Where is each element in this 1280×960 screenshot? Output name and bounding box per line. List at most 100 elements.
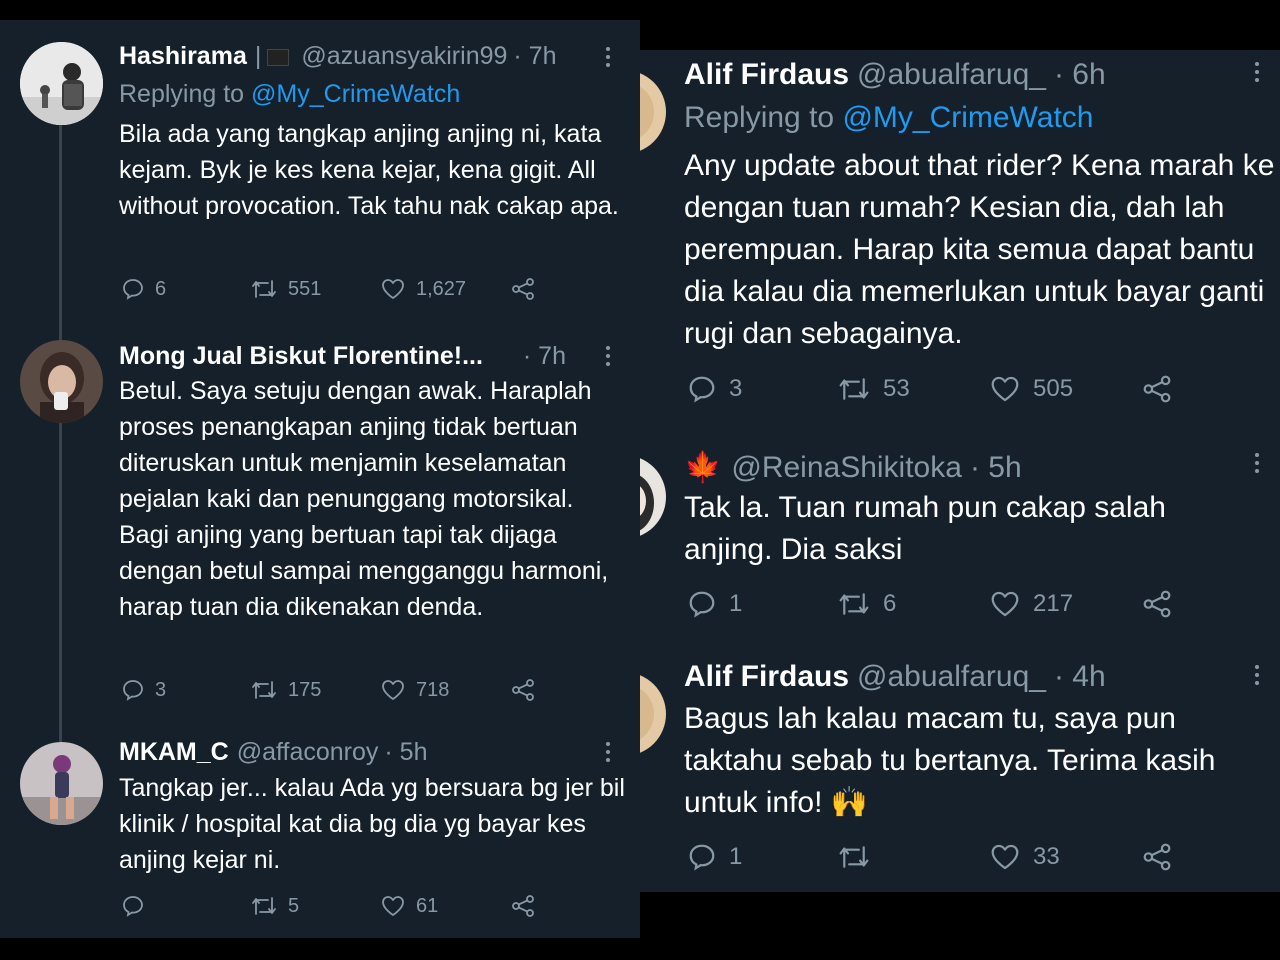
reply-count: 1: [729, 590, 743, 617]
user-handle[interactable]: @azuansyakirin99: [301, 42, 507, 71]
tweet-header: 🍁 @ReinaShikitoka · 5h: [684, 450, 1022, 485]
retweet-button[interactable]: 53: [837, 374, 989, 404]
timestamp[interactable]: · 5h: [384, 738, 427, 767]
flag-icon: [267, 49, 290, 66]
retweet-icon: [252, 681, 276, 699]
tweet-header: Alif Firdaus @abualfaruq_ · 6h: [684, 58, 1106, 92]
display-name[interactable]: Alif Firdaus: [684, 660, 849, 694]
maple-leaf-icon: 🍁: [684, 451, 722, 484]
avatar[interactable]: [640, 70, 666, 154]
display-name[interactable]: MKAM_C: [119, 738, 229, 767]
share-icon: [1143, 590, 1171, 618]
retweet-icon: [839, 378, 869, 400]
reply-icon: [123, 680, 143, 701]
left-reply-thread: Hashirama | @azuansyakirin99 · 7h Replyi…: [0, 20, 640, 938]
mention-link[interactable]: @My_CrimeWatch: [251, 80, 460, 108]
share-icon: [512, 278, 534, 300]
tweet-actions: 5 61: [121, 894, 536, 918]
retweet-count: 6: [883, 590, 897, 617]
share-button[interactable]: [510, 678, 536, 702]
avatar[interactable]: [640, 455, 666, 539]
timestamp[interactable]: · 6h: [1054, 58, 1106, 92]
reply-button[interactable]: 6: [121, 277, 250, 301]
user-handle[interactable]: @ReinaShikitoka: [731, 451, 962, 485]
like-button[interactable]: 718: [380, 678, 510, 702]
retweet-button[interactable]: 6: [837, 589, 989, 619]
share-button[interactable]: [1141, 842, 1173, 872]
timestamp[interactable]: · 7h: [523, 342, 566, 371]
like-count: 505: [1033, 375, 1074, 402]
share-button[interactable]: [1141, 374, 1173, 404]
display-name[interactable]: Hashirama: [119, 42, 247, 71]
reply-count: 1: [729, 843, 743, 870]
like-button[interactable]: 505: [989, 374, 1141, 404]
tweet-text: Bagus lah kalau macam tu, saya pun takta…: [684, 702, 1216, 819]
tweet-header: Alif Firdaus @abualfaruq_ · 4h: [684, 660, 1106, 694]
reply-icon: [689, 844, 715, 871]
reply-button[interactable]: 3: [121, 678, 250, 702]
avatar[interactable]: [20, 42, 103, 125]
share-icon: [512, 679, 534, 701]
reply-button[interactable]: 1: [687, 589, 837, 619]
share-icon: [1143, 843, 1171, 871]
user-handle[interactable]: @abualfaruq_: [857, 58, 1046, 92]
reply-icon: [689, 591, 715, 618]
timestamp[interactable]: · 7h: [513, 42, 556, 71]
retweet-icon: [839, 846, 869, 868]
share-button[interactable]: [510, 894, 536, 918]
retweet-count: 175: [288, 678, 322, 701]
like-icon: [991, 844, 1019, 870]
tweet-text: Tangkap jer... kalau Ada yg bersuara bg …: [119, 774, 625, 874]
share-button[interactable]: [510, 277, 536, 301]
tweet-actions: 1 6 217: [687, 589, 1173, 619]
reply-button[interactable]: 3: [687, 374, 837, 404]
name-suffix: |: [254, 42, 262, 70]
like-button[interactable]: 61: [380, 894, 510, 918]
timestamp[interactable]: · 5h: [970, 451, 1022, 485]
mention-link[interactable]: @My_CrimeWatch: [842, 101, 1093, 134]
display-name[interactable]: Mong Jual Biskut Florentine!...: [119, 342, 483, 371]
tweet-text: Bila ada yang tangkap anjing anjing ni, …: [119, 120, 619, 220]
avatar[interactable]: [640, 672, 666, 756]
tweet-header: MKAM_C @affaconroy · 5h: [119, 738, 427, 767]
more-icon[interactable]: [605, 47, 611, 67]
like-icon: [991, 591, 1019, 617]
like-icon: [382, 896, 404, 916]
retweet-button[interactable]: 175: [250, 678, 380, 702]
reply-icon: [123, 896, 143, 917]
tweet-actions: 3 53 505: [687, 374, 1173, 404]
avatar[interactable]: [20, 340, 103, 423]
like-count: 718: [416, 678, 450, 701]
retweet-count: 5: [288, 894, 300, 917]
more-icon[interactable]: [1254, 453, 1260, 473]
like-icon: [991, 376, 1019, 402]
thread-connector-line: [59, 125, 62, 759]
more-icon[interactable]: [1254, 665, 1260, 685]
tweet-text: Betul. Saya setuju dengan awak. Haraplah…: [119, 377, 609, 621]
reply-count: 6: [155, 277, 167, 300]
timestamp[interactable]: · 4h: [1054, 660, 1106, 694]
user-handle[interactable]: @abualfaruq_: [857, 660, 1046, 694]
retweet-button[interactable]: 551: [250, 277, 380, 301]
avatar[interactable]: [20, 742, 103, 825]
tweet-actions: 3 175 718: [121, 678, 536, 702]
reply-button[interactable]: 1: [687, 842, 837, 872]
like-button[interactable]: 1,627: [380, 277, 510, 301]
retweet-button[interactable]: [837, 842, 989, 872]
tweet-header: Mong Jual Biskut Florentine!... · 7h: [119, 342, 566, 371]
like-button[interactable]: 217: [989, 589, 1141, 619]
share-button[interactable]: [1141, 589, 1173, 619]
more-icon[interactable]: [605, 346, 611, 366]
right-reply-thread: Alif Firdaus @abualfaruq_ · 6h Replying …: [640, 50, 1280, 892]
retweet-count: 551: [288, 277, 322, 300]
more-icon[interactable]: [605, 742, 611, 762]
reply-button[interactable]: [121, 894, 250, 918]
replying-to-label: Replying to: [684, 101, 835, 134]
retweet-button[interactable]: 5: [250, 894, 380, 918]
tweet-header: Hashirama | @azuansyakirin99 · 7h: [119, 42, 557, 71]
display-name[interactable]: Alif Firdaus: [684, 58, 849, 92]
like-button[interactable]: 33: [989, 842, 1141, 872]
more-icon[interactable]: [1254, 62, 1260, 82]
like-count: 217: [1033, 590, 1074, 617]
user-handle[interactable]: @affaconroy: [237, 738, 379, 767]
